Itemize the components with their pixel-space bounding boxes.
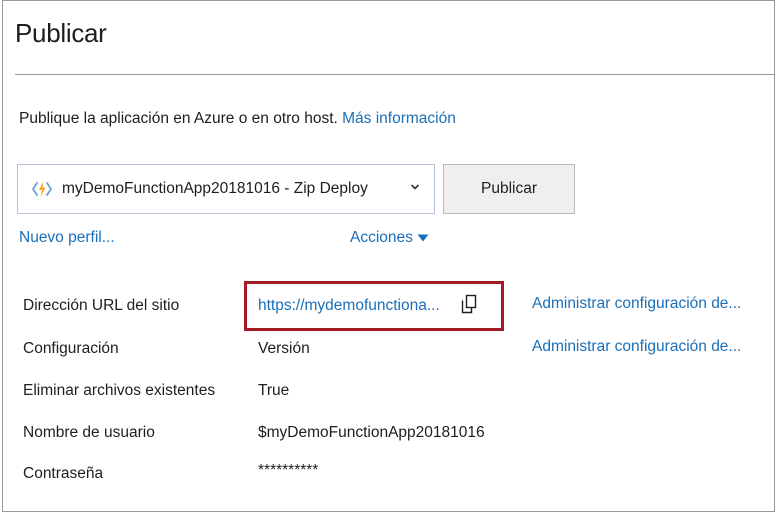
page-title: Publicar (15, 18, 107, 48)
manage-settings-link-config[interactable]: Administrar configuración de... (532, 338, 741, 356)
delete-existing-files-label: Eliminar archivos existentes (23, 382, 216, 399)
azure-function-icon (31, 178, 53, 200)
delete-existing-files-value: True (258, 382, 290, 399)
intro-text-row: Publique la aplicación en Azure o en otr… (19, 110, 456, 128)
publish-button[interactable]: Publicar (443, 164, 575, 214)
username-label: Nombre de usuario (23, 424, 155, 441)
intro-text: Publique la aplicación en Azure o en otr… (19, 110, 338, 127)
site-url-link[interactable]: https://mydemofunctiona... (258, 297, 440, 315)
username-value: $myDemoFunctionApp20181016 (258, 424, 485, 441)
new-profile-link[interactable]: Nuevo perfil... (19, 229, 115, 247)
password-value: ********** (258, 462, 319, 479)
profile-select-value: myDemoFunctionApp20181016 - Zip Deploy (62, 180, 368, 197)
chevron-down-icon[interactable] (408, 180, 422, 194)
actions-menu-button[interactable]: Acciones (350, 229, 429, 247)
title-divider (15, 74, 775, 75)
copy-icon[interactable] (460, 294, 478, 314)
actions-label: Acciones (350, 229, 413, 246)
more-info-link[interactable]: Más información (342, 110, 456, 127)
password-label: Contraseña (23, 465, 104, 482)
profile-select[interactable]: myDemoFunctionApp20181016 - Zip Deploy (17, 164, 435, 214)
manage-settings-link-url[interactable]: Administrar configuración de... (532, 295, 741, 313)
configuration-label: Configuración (23, 340, 119, 357)
caret-down-icon (417, 232, 429, 244)
site-url-label: Dirección URL del sitio (23, 297, 180, 314)
configuration-value: Versión (258, 340, 310, 357)
